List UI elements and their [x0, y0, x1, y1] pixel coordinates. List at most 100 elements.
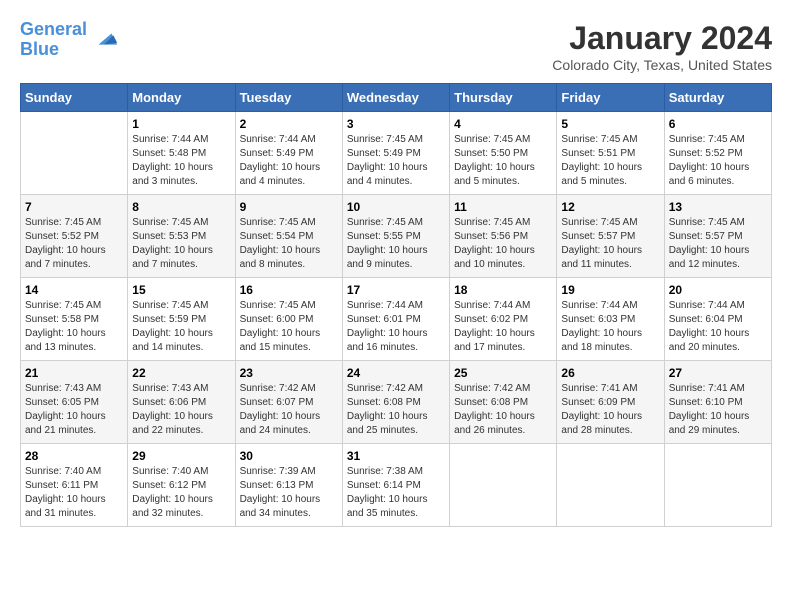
day-number: 9 — [240, 200, 338, 214]
calendar-cell: 30 Sunrise: 7:39 AM Sunset: 6:13 PM Dayli… — [235, 444, 342, 527]
month-title: January 2024 — [552, 20, 772, 57]
calendar-cell: 3Sunrise: 7:45 AM Sunset: 5:49 PM Daylig… — [342, 112, 449, 195]
title-block: January 2024 Colorado City, Texas, Unite… — [552, 20, 772, 73]
calendar-cell: 13 Sunrise: 7:45 AM Sunset: 5:57 PM Dayli… — [664, 195, 771, 278]
day-info: Sunrise: 7:45 AM Sunset: 5:51 PM Dayligh… — [561, 133, 659, 189]
calendar-cell: 10 Sunrise: 7:45 AM Sunset: 5:55 PM Dayli… — [342, 195, 449, 278]
calendar-cell: 28 Sunrise: 7:40 AM Sunset: 6:11 PM Dayli… — [21, 444, 128, 527]
day-info: Sunrise: 7:42 AM Sunset: 6:08 PM Dayligh… — [454, 382, 552, 438]
location: Colorado City, Texas, United States — [552, 57, 772, 73]
day-info: Sunrise: 7:45 AM Sunset: 5:57 PM Dayligh… — [561, 216, 659, 272]
day-number: 4 — [454, 117, 552, 131]
calendar-cell: 4 Sunrise: 7:45 AM Sunset: 5:50 PM Daylig… — [450, 112, 557, 195]
logo-text: GeneralBlue — [20, 20, 87, 60]
calendar-week-2: 7 Sunrise: 7:45 AM Sunset: 5:52 PM Daylig… — [21, 195, 772, 278]
calendar-week-1: 1Sunrise: 7:44 AM Sunset: 5:48 PM Daylig… — [21, 112, 772, 195]
day-info: Sunrise: 7:45 AM Sunset: 5:50 PM Dayligh… — [454, 133, 552, 189]
calendar-cell: 8Sunrise: 7:45 AM Sunset: 5:53 PM Daylig… — [128, 195, 235, 278]
day-info: Sunrise: 7:45 AM Sunset: 5:57 PM Dayligh… — [669, 216, 767, 272]
day-number: 7 — [25, 200, 123, 214]
day-info: Sunrise: 7:43 AM Sunset: 6:06 PM Dayligh… — [132, 382, 230, 438]
day-info: Sunrise: 7:38 AM Sunset: 6:14 PM Dayligh… — [347, 465, 445, 521]
calendar-cell — [21, 112, 128, 195]
day-number: 8 — [132, 200, 230, 214]
day-number: 10 — [347, 200, 445, 214]
day-number: 24 — [347, 366, 445, 380]
day-info: Sunrise: 7:44 AM Sunset: 5:48 PM Dayligh… — [132, 133, 230, 189]
day-number: 25 — [454, 366, 552, 380]
day-info: Sunrise: 7:40 AM Sunset: 6:12 PM Dayligh… — [132, 465, 230, 521]
calendar-cell — [450, 444, 557, 527]
day-info: Sunrise: 7:44 AM Sunset: 6:02 PM Dayligh… — [454, 299, 552, 355]
day-number: 27 — [669, 366, 767, 380]
day-info: Sunrise: 7:45 AM Sunset: 5:55 PM Dayligh… — [347, 216, 445, 272]
calendar-cell: 5 Sunrise: 7:45 AM Sunset: 5:51 PM Daylig… — [557, 112, 664, 195]
calendar-cell: 2Sunrise: 7:44 AM Sunset: 5:49 PM Daylig… — [235, 112, 342, 195]
calendar-cell: 12Sunrise: 7:45 AM Sunset: 5:57 PM Dayli… — [557, 195, 664, 278]
calendar-cell: 21Sunrise: 7:43 AM Sunset: 6:05 PM Dayli… — [21, 361, 128, 444]
calendar-cell: 26Sunrise: 7:41 AM Sunset: 6:09 PM Dayli… — [557, 361, 664, 444]
day-number: 17 — [347, 283, 445, 297]
day-number: 31 — [347, 449, 445, 463]
calendar-cell: 27 Sunrise: 7:41 AM Sunset: 6:10 PM Dayli… — [664, 361, 771, 444]
logo: GeneralBlue — [20, 20, 119, 60]
day-number: 11 — [454, 200, 552, 214]
calendar-cell: 24 Sunrise: 7:42 AM Sunset: 6:08 PM Dayli… — [342, 361, 449, 444]
calendar-week-5: 28 Sunrise: 7:40 AM Sunset: 6:11 PM Dayli… — [21, 444, 772, 527]
day-number: 20 — [669, 283, 767, 297]
page-header: GeneralBlue January 2024 Colorado City, … — [20, 20, 772, 73]
weekday-header-sunday: Sunday — [21, 84, 128, 112]
day-info: Sunrise: 7:45 AM Sunset: 5:49 PM Dayligh… — [347, 133, 445, 189]
calendar-cell: 9 Sunrise: 7:45 AM Sunset: 5:54 PM Daylig… — [235, 195, 342, 278]
day-info: Sunrise: 7:42 AM Sunset: 6:08 PM Dayligh… — [347, 382, 445, 438]
day-number: 5 — [561, 117, 659, 131]
day-number: 28 — [25, 449, 123, 463]
calendar-week-4: 21Sunrise: 7:43 AM Sunset: 6:05 PM Dayli… — [21, 361, 772, 444]
calendar-cell — [664, 444, 771, 527]
day-number: 13 — [669, 200, 767, 214]
calendar-cell: 15 Sunrise: 7:45 AM Sunset: 5:59 PM Dayli… — [128, 278, 235, 361]
weekday-header-tuesday: Tuesday — [235, 84, 342, 112]
day-info: Sunrise: 7:40 AM Sunset: 6:11 PM Dayligh… — [25, 465, 123, 521]
calendar-cell: 22Sunrise: 7:43 AM Sunset: 6:06 PM Dayli… — [128, 361, 235, 444]
day-info: Sunrise: 7:41 AM Sunset: 6:10 PM Dayligh… — [669, 382, 767, 438]
day-info: Sunrise: 7:45 AM Sunset: 5:52 PM Dayligh… — [25, 216, 123, 272]
day-number: 15 — [132, 283, 230, 297]
day-info: Sunrise: 7:45 AM Sunset: 6:00 PM Dayligh… — [240, 299, 338, 355]
day-number: 2 — [240, 117, 338, 131]
day-info: Sunrise: 7:45 AM Sunset: 5:54 PM Dayligh… — [240, 216, 338, 272]
calendar-cell: 31 Sunrise: 7:38 AM Sunset: 6:14 PM Dayli… — [342, 444, 449, 527]
weekday-header-wednesday: Wednesday — [342, 84, 449, 112]
day-number: 30 — [240, 449, 338, 463]
weekday-header-monday: Monday — [128, 84, 235, 112]
calendar-cell: 18 Sunrise: 7:44 AM Sunset: 6:02 PM Dayli… — [450, 278, 557, 361]
weekday-header-thursday: Thursday — [450, 84, 557, 112]
day-number: 14 — [25, 283, 123, 297]
weekday-header-friday: Friday — [557, 84, 664, 112]
day-info: Sunrise: 7:44 AM Sunset: 6:03 PM Dayligh… — [561, 299, 659, 355]
day-info: Sunrise: 7:45 AM Sunset: 5:58 PM Dayligh… — [25, 299, 123, 355]
day-number: 23 — [240, 366, 338, 380]
day-number: 6 — [669, 117, 767, 131]
day-number: 26 — [561, 366, 659, 380]
calendar-cell: 19 Sunrise: 7:44 AM Sunset: 6:03 PM Dayli… — [557, 278, 664, 361]
calendar-table: SundayMondayTuesdayWednesdayThursdayFrid… — [20, 83, 772, 527]
day-info: Sunrise: 7:44 AM Sunset: 6:04 PM Dayligh… — [669, 299, 767, 355]
calendar-cell: 17Sunrise: 7:44 AM Sunset: 6:01 PM Dayli… — [342, 278, 449, 361]
day-info: Sunrise: 7:39 AM Sunset: 6:13 PM Dayligh… — [240, 465, 338, 521]
day-number: 16 — [240, 283, 338, 297]
calendar-cell: 25 Sunrise: 7:42 AM Sunset: 6:08 PM Dayli… — [450, 361, 557, 444]
calendar-cell: 16 Sunrise: 7:45 AM Sunset: 6:00 PM Dayli… — [235, 278, 342, 361]
day-info: Sunrise: 7:42 AM Sunset: 6:07 PM Dayligh… — [240, 382, 338, 438]
day-number: 18 — [454, 283, 552, 297]
calendar-cell: 11Sunrise: 7:45 AM Sunset: 5:56 PM Dayli… — [450, 195, 557, 278]
calendar-cell: 14 Sunrise: 7:45 AM Sunset: 5:58 PM Dayli… — [21, 278, 128, 361]
logo-icon — [91, 26, 119, 54]
day-info: Sunrise: 7:43 AM Sunset: 6:05 PM Dayligh… — [25, 382, 123, 438]
day-info: Sunrise: 7:45 AM Sunset: 5:59 PM Dayligh… — [132, 299, 230, 355]
calendar-cell: 1Sunrise: 7:44 AM Sunset: 5:48 PM Daylig… — [128, 112, 235, 195]
calendar-week-3: 14 Sunrise: 7:45 AM Sunset: 5:58 PM Dayli… — [21, 278, 772, 361]
calendar-cell — [557, 444, 664, 527]
day-number: 19 — [561, 283, 659, 297]
calendar-cell: 23 Sunrise: 7:42 AM Sunset: 6:07 PM Dayli… — [235, 361, 342, 444]
